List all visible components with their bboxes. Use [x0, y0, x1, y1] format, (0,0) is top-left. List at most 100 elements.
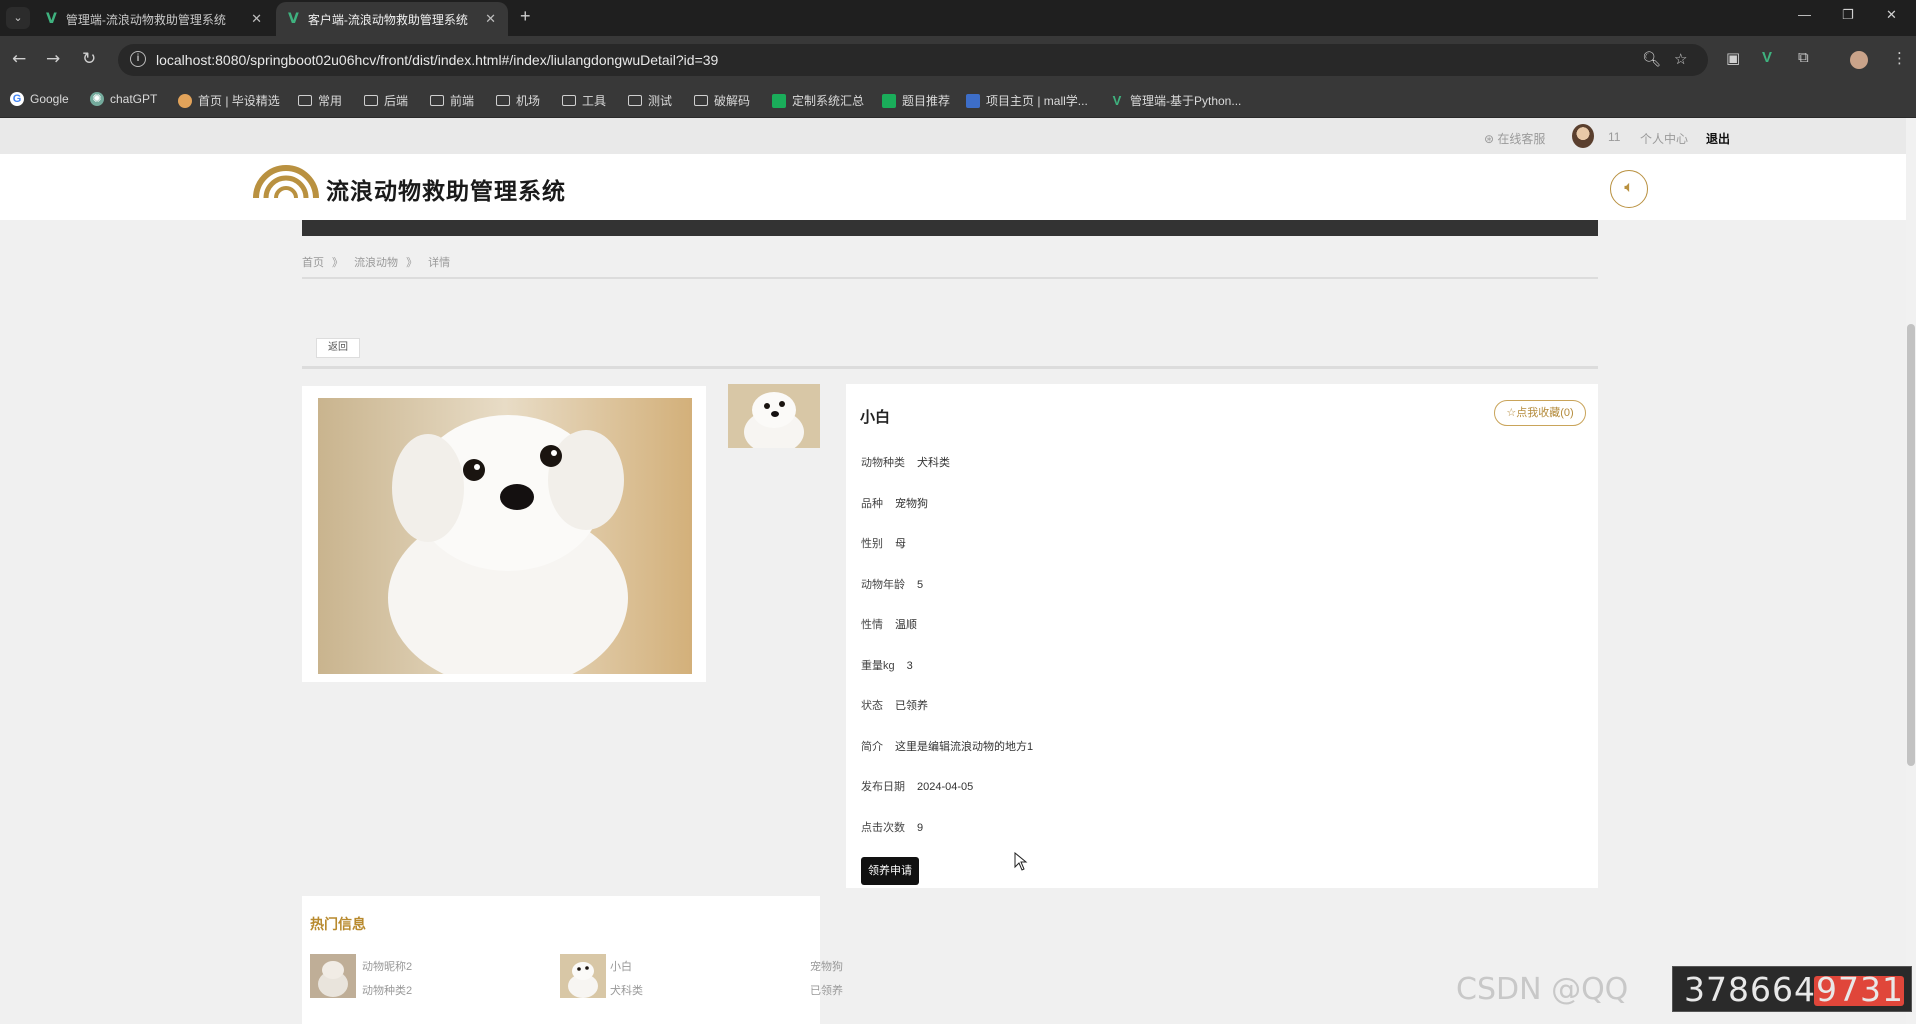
logout-link[interactable]: 退出 — [1706, 130, 1730, 147]
chatgpt-icon: ✺ — [90, 92, 104, 106]
bookmark-chatgpt[interactable]: ✺ chatGPT — [90, 92, 157, 106]
puzzle-icon[interactable]: ⧉ — [1798, 49, 1809, 66]
window-close-icon[interactable]: ✕ — [1886, 7, 1897, 23]
folder-icon — [628, 95, 642, 106]
star-icon[interactable]: ☆ — [1674, 50, 1687, 68]
hot-item-name[interactable]: 小白 — [610, 958, 632, 974]
bookmarks-bar: G Google ✺ chatGPT 首页 | 毕设精选 常用 后端 前端 机场 工… — [0, 84, 1916, 118]
bookmark-python[interactable]: V 管理端-基于Python... — [1110, 92, 1242, 109]
bookmark-google[interactable]: G Google — [10, 92, 69, 106]
hot-info-panel: 热门信息 动物昵称2 动物种类2 小白 犬科类 宠物狗 已领养 — [302, 896, 843, 1024]
tab-search-button[interactable]: ⌄ — [6, 7, 30, 29]
field-status: 状态 已领养 — [861, 700, 928, 712]
back-arrow-icon[interactable]: ← — [12, 49, 26, 69]
logo-icon — [253, 165, 319, 199]
browser-tabbar: ⌄ V 管理端-流浪动物救助管理系统 ✕ V 客户端-流浪动物救助管理系统 ✕ … — [0, 0, 1916, 36]
bookmark-folder[interactable]: 破解码 — [694, 92, 750, 109]
close-icon[interactable]: ✕ — [485, 11, 496, 27]
folder-icon — [562, 95, 576, 106]
bookmark-mall[interactable]: 项目主页 | mall学... — [966, 92, 1088, 109]
site-header: 流浪动物救助管理系统 🔈︎ — [0, 154, 1916, 220]
new-tab-button[interactable]: + — [520, 6, 531, 27]
hot-info-title: 热门信息 — [310, 916, 366, 932]
url-text[interactable]: localhost:8080/springboot02u06hcv/front/… — [156, 52, 718, 68]
page-viewport: ⊛ 在线客服 11 个人中心 退出 流浪动物救助管理系统 🔈︎ 首页》 流浪动物… — [0, 118, 1916, 1024]
field-temper: 性情 温顺 — [861, 619, 917, 631]
field-clicks: 点击次数 9 — [861, 822, 924, 834]
breadcrumb-home[interactable]: 首页 — [302, 257, 324, 269]
breadcrumb: 首页》 流浪动物》 详情 — [302, 254, 458, 270]
close-icon[interactable]: ✕ — [251, 11, 262, 27]
hot-item-status: 已领养 — [810, 985, 843, 997]
sheet-icon — [772, 93, 786, 108]
speaker-icon[interactable]: 🔈︎ — [1610, 170, 1648, 208]
bookmark-folder[interactable]: 工具 — [562, 92, 606, 109]
address-toolbar: ← → ↻ i localhost:8080/springboot02u06hc… — [0, 36, 1916, 84]
bookmark-bishe[interactable]: 首页 | 毕设精选 — [178, 92, 280, 109]
site-title: 流浪动物救助管理系统 — [326, 179, 566, 205]
service-icon: ⊛ — [1484, 132, 1498, 146]
user-avatar[interactable] — [1572, 124, 1594, 148]
field-gender: 性别母 — [861, 538, 906, 550]
bookmark-folder[interactable]: 常用 — [298, 92, 342, 109]
favorite-button[interactable]: ☆点我收藏(0) — [1494, 400, 1586, 426]
online-service-link[interactable]: ⊛ 在线客服 — [1484, 130, 1545, 147]
tab-title: 客户端-流浪动物救助管理系统 — [307, 12, 468, 27]
sheet-icon — [882, 93, 896, 108]
minimize-icon[interactable]: — — [1798, 7, 1811, 22]
omnibox[interactable]: i localhost:8080/springboot02u06hcv/fron… — [118, 44, 1708, 76]
pet-name: 小白 — [860, 409, 891, 426]
vue-icon: V — [46, 11, 57, 27]
bookmark-folder[interactable]: 前端 — [430, 92, 474, 109]
csdn-watermark: CSDN @QQ — [1456, 972, 1629, 1007]
hot-item-kind: 动物种类2 — [362, 985, 413, 997]
menu-icon[interactable]: ⋮ — [1892, 49, 1907, 67]
browser-tab-admin[interactable]: V 管理端-流浪动物救助管理系统 ✕ — [34, 2, 274, 36]
zoom-icon[interactable]: 🔍︎ — [1642, 50, 1661, 68]
browser-tab-client[interactable]: V 客户端-流浪动物救助管理系统 ✕ — [276, 2, 508, 36]
field-publish-date: 发布日期 2024-04-05 — [861, 781, 974, 793]
field-intro: 简介 这里是编辑流浪动物的地方1 — [861, 741, 1034, 753]
hot-item-breed: 宠物狗 — [810, 961, 843, 973]
user-center-link[interactable]: 个人中心 — [1640, 130, 1688, 147]
bookmark-folder[interactable]: 后端 — [364, 92, 408, 109]
detail-panel: 小白 ☆点我收藏(0) 动物种类 犬科类 品种 宠物狗 性别母 动物年龄 5 性情 温顺… — [846, 384, 1598, 888]
folder-icon — [496, 95, 510, 106]
hot-item-image[interactable] — [560, 954, 606, 998]
restore-icon[interactable]: ❐ — [1842, 7, 1854, 23]
back-button[interactable]: 返回 — [316, 338, 360, 358]
chevron-right-icon: 》 — [332, 257, 343, 269]
username: 11 — [1608, 130, 1621, 144]
reload-icon[interactable]: ↻ — [82, 49, 96, 69]
vue-icon: V — [288, 11, 299, 27]
breadcrumb-detail: 详情 — [428, 257, 451, 269]
profile-avatar[interactable] — [1850, 51, 1868, 69]
vue-devtools-icon[interactable]: V — [1762, 49, 1772, 66]
bookmark-sheet[interactable]: 定制系统汇总 — [772, 92, 864, 109]
bookmark-folder[interactable]: 测试 — [628, 92, 672, 109]
dog-photo — [318, 398, 692, 674]
extension-icon[interactable]: ▣ — [1726, 49, 1740, 67]
hot-item-name[interactable]: 动物昵称2 — [362, 958, 412, 974]
breadcrumb-animals[interactable]: 流浪动物 — [354, 257, 398, 269]
folder-icon — [298, 95, 312, 106]
forward-arrow-icon[interactable]: → — [46, 49, 60, 69]
top-strip: ⊛ 在线客服 11 个人中心 退出 — [0, 118, 1916, 154]
site-info-icon[interactable]: i — [130, 51, 146, 67]
folder-icon — [694, 95, 708, 106]
adopt-apply-button[interactable]: 领养申请 — [861, 857, 919, 885]
bookmark-folder[interactable]: 机场 — [496, 92, 540, 109]
google-icon: G — [10, 92, 24, 106]
field-age: 动物年龄 5 — [861, 579, 924, 591]
vue-icon: V — [1112, 92, 1122, 108]
hot-item-kind: 犬科类 — [610, 985, 643, 997]
scrollbar-thumb[interactable] — [1907, 324, 1915, 766]
doc-icon — [966, 93, 980, 108]
tab-title: 管理端-流浪动物救助管理系统 — [65, 12, 226, 27]
mouse-cursor-icon — [1014, 852, 1028, 871]
folder-icon — [364, 95, 378, 106]
bookmark-sheet[interactable]: 题目推荐 — [882, 92, 950, 109]
hot-item-image[interactable] — [310, 954, 356, 998]
watermark-number: 3786649731 — [1684, 970, 1904, 1009]
thumbnail-image[interactable] — [728, 384, 820, 448]
